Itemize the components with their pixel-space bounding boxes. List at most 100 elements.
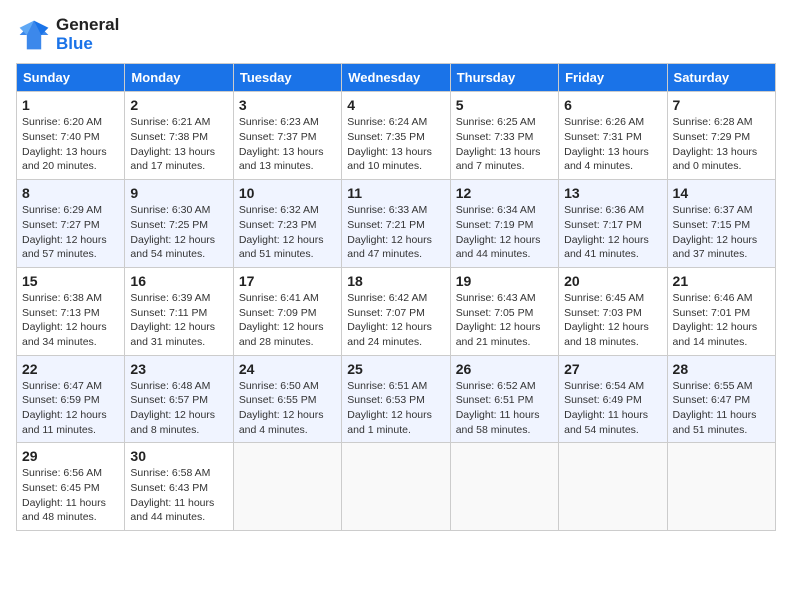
week-row-1: 1 Sunrise: 6:20 AMSunset: 7:40 PMDaylight… — [17, 92, 776, 180]
week-row-3: 15 Sunrise: 6:38 AMSunset: 7:13 PMDayligh… — [17, 267, 776, 355]
day-cell: 10 Sunrise: 6:32 AMSunset: 7:23 PMDayligh… — [233, 180, 341, 268]
day-cell: 15 Sunrise: 6:38 AMSunset: 7:13 PMDayligh… — [17, 267, 125, 355]
day-cell: 3 Sunrise: 6:23 AMSunset: 7:37 PMDaylight… — [233, 92, 341, 180]
day-number: 24 — [239, 361, 336, 377]
day-info: Sunrise: 6:36 AMSunset: 7:17 PMDaylight:… — [564, 203, 661, 262]
col-header-friday: Friday — [559, 64, 667, 92]
day-info: Sunrise: 6:43 AMSunset: 7:05 PMDaylight:… — [456, 291, 553, 350]
col-header-monday: Monday — [125, 64, 233, 92]
col-header-wednesday: Wednesday — [342, 64, 450, 92]
day-number: 12 — [456, 185, 553, 201]
day-info: Sunrise: 6:52 AMSunset: 6:51 PMDaylight:… — [456, 379, 553, 438]
day-cell: 1 Sunrise: 6:20 AMSunset: 7:40 PMDaylight… — [17, 92, 125, 180]
day-number: 26 — [456, 361, 553, 377]
day-number: 19 — [456, 273, 553, 289]
day-number: 5 — [456, 97, 553, 113]
day-info: Sunrise: 6:38 AMSunset: 7:13 PMDaylight:… — [22, 291, 119, 350]
day-cell: 30 Sunrise: 6:58 AMSunset: 6:43 PMDayligh… — [125, 443, 233, 531]
day-cell: 12Sunrise: 6:34 AMSunset: 7:19 PMDayligh… — [450, 180, 558, 268]
day-cell — [559, 443, 667, 531]
day-cell: 28 Sunrise: 6:55 AMSunset: 6:47 PMDayligh… — [667, 355, 775, 443]
day-cell: 20 Sunrise: 6:45 AMSunset: 7:03 PMDayligh… — [559, 267, 667, 355]
day-number: 27 — [564, 361, 661, 377]
page-header: General Blue — [16, 16, 776, 53]
logo: General Blue — [16, 16, 119, 53]
day-info: Sunrise: 6:32 AMSunset: 7:23 PMDaylight:… — [239, 203, 336, 262]
day-cell — [342, 443, 450, 531]
day-number: 18 — [347, 273, 444, 289]
day-cell: 5 Sunrise: 6:25 AMSunset: 7:33 PMDaylight… — [450, 92, 558, 180]
day-info: Sunrise: 6:25 AMSunset: 7:33 PMDaylight:… — [456, 115, 553, 174]
day-number: 15 — [22, 273, 119, 289]
logo-line2: Blue — [56, 35, 119, 54]
day-info: Sunrise: 6:41 AMSunset: 7:09 PMDaylight:… — [239, 291, 336, 350]
week-row-4: 22 Sunrise: 6:47 AMSunset: 6:59 PMDayligh… — [17, 355, 776, 443]
day-number: 7 — [673, 97, 770, 113]
day-cell: 13Sunrise: 6:36 AMSunset: 7:17 PMDayligh… — [559, 180, 667, 268]
day-info: Sunrise: 6:29 AMSunset: 7:27 PMDaylight:… — [22, 203, 119, 262]
day-number: 8 — [22, 185, 119, 201]
day-cell: 8 Sunrise: 6:29 AMSunset: 7:27 PMDaylight… — [17, 180, 125, 268]
day-cell: 2Sunrise: 6:21 AMSunset: 7:38 PMDaylight… — [125, 92, 233, 180]
day-cell: 11Sunrise: 6:33 AMSunset: 7:21 PMDayligh… — [342, 180, 450, 268]
day-info: Sunrise: 6:20 AMSunset: 7:40 PMDaylight:… — [22, 115, 119, 174]
day-cell: 22 Sunrise: 6:47 AMSunset: 6:59 PMDayligh… — [17, 355, 125, 443]
day-number: 23 — [130, 361, 227, 377]
day-cell: 24 Sunrise: 6:50 AMSunset: 6:55 PMDayligh… — [233, 355, 341, 443]
day-info: Sunrise: 6:45 AMSunset: 7:03 PMDaylight:… — [564, 291, 661, 350]
day-info: Sunrise: 6:24 AMSunset: 7:35 PMDaylight:… — [347, 115, 444, 174]
day-info: Sunrise: 6:26 AMSunset: 7:31 PMDaylight:… — [564, 115, 661, 174]
day-cell — [667, 443, 775, 531]
day-cell: 23 Sunrise: 6:48 AMSunset: 6:57 PMDayligh… — [125, 355, 233, 443]
col-header-thursday: Thursday — [450, 64, 558, 92]
day-cell: 27 Sunrise: 6:54 AMSunset: 6:49 PMDayligh… — [559, 355, 667, 443]
day-cell: 29 Sunrise: 6:56 AMSunset: 6:45 PMDayligh… — [17, 443, 125, 531]
day-number: 30 — [130, 448, 227, 464]
day-info: Sunrise: 6:48 AMSunset: 6:57 PMDaylight:… — [130, 379, 227, 438]
logo-icon — [16, 17, 52, 53]
day-info: Sunrise: 6:58 AMSunset: 6:43 PMDaylight:… — [130, 466, 227, 525]
col-header-tuesday: Tuesday — [233, 64, 341, 92]
day-cell: 14Sunrise: 6:37 AMSunset: 7:15 PMDayligh… — [667, 180, 775, 268]
day-cell: 18Sunrise: 6:42 AMSunset: 7:07 PMDayligh… — [342, 267, 450, 355]
day-number: 28 — [673, 361, 770, 377]
day-info: Sunrise: 6:23 AMSunset: 7:37 PMDaylight:… — [239, 115, 336, 174]
col-header-saturday: Saturday — [667, 64, 775, 92]
day-cell — [233, 443, 341, 531]
week-row-5: 29 Sunrise: 6:56 AMSunset: 6:45 PMDayligh… — [17, 443, 776, 531]
calendar-table: SundayMondayTuesdayWednesdayThursdayFrid… — [16, 63, 776, 531]
day-info: Sunrise: 6:39 AMSunset: 7:11 PMDaylight:… — [130, 291, 227, 350]
day-info: Sunrise: 6:50 AMSunset: 6:55 PMDaylight:… — [239, 379, 336, 438]
day-info: Sunrise: 6:30 AMSunset: 7:25 PMDaylight:… — [130, 203, 227, 262]
day-number: 22 — [22, 361, 119, 377]
day-number: 3 — [239, 97, 336, 113]
day-cell: 26 Sunrise: 6:52 AMSunset: 6:51 PMDayligh… — [450, 355, 558, 443]
day-cell: 4 Sunrise: 6:24 AMSunset: 7:35 PMDaylight… — [342, 92, 450, 180]
week-row-2: 8 Sunrise: 6:29 AMSunset: 7:27 PMDaylight… — [17, 180, 776, 268]
day-number: 1 — [22, 97, 119, 113]
day-cell: 21Sunrise: 6:46 AMSunset: 7:01 PMDayligh… — [667, 267, 775, 355]
day-number: 25 — [347, 361, 444, 377]
day-info: Sunrise: 6:47 AMSunset: 6:59 PMDaylight:… — [22, 379, 119, 438]
day-cell: 7Sunrise: 6:28 AMSunset: 7:29 PMDaylight… — [667, 92, 775, 180]
day-info: Sunrise: 6:51 AMSunset: 6:53 PMDaylight:… — [347, 379, 444, 438]
day-number: 21 — [673, 273, 770, 289]
day-number: 2 — [130, 97, 227, 113]
day-number: 4 — [347, 97, 444, 113]
day-info: Sunrise: 6:55 AMSunset: 6:47 PMDaylight:… — [673, 379, 770, 438]
day-info: Sunrise: 6:33 AMSunset: 7:21 PMDaylight:… — [347, 203, 444, 262]
day-cell: 25 Sunrise: 6:51 AMSunset: 6:53 PMDayligh… — [342, 355, 450, 443]
day-info: Sunrise: 6:56 AMSunset: 6:45 PMDaylight:… — [22, 466, 119, 525]
day-cell: 6Sunrise: 6:26 AMSunset: 7:31 PMDaylight… — [559, 92, 667, 180]
day-cell: 16 Sunrise: 6:39 AMSunset: 7:11 PMDayligh… — [125, 267, 233, 355]
day-cell: 9Sunrise: 6:30 AMSunset: 7:25 PMDaylight… — [125, 180, 233, 268]
day-cell — [450, 443, 558, 531]
day-number: 29 — [22, 448, 119, 464]
day-number: 20 — [564, 273, 661, 289]
day-number: 16 — [130, 273, 227, 289]
day-cell: 17Sunrise: 6:41 AMSunset: 7:09 PMDayligh… — [233, 267, 341, 355]
day-number: 10 — [239, 185, 336, 201]
col-header-sunday: Sunday — [17, 64, 125, 92]
day-info: Sunrise: 6:37 AMSunset: 7:15 PMDaylight:… — [673, 203, 770, 262]
day-info: Sunrise: 6:54 AMSunset: 6:49 PMDaylight:… — [564, 379, 661, 438]
